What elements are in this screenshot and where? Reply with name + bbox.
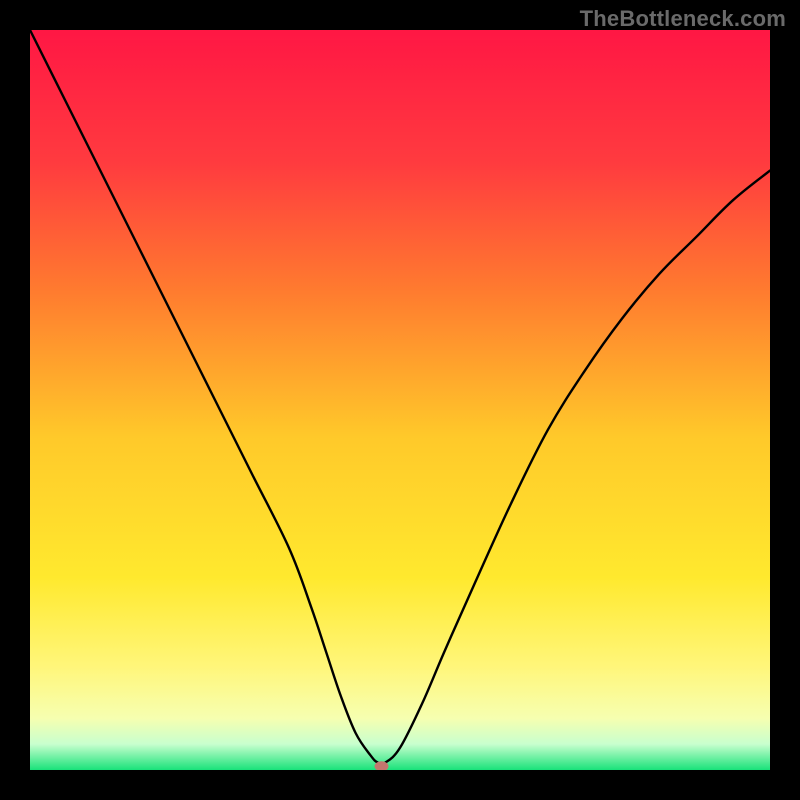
chart-frame: TheBottleneck.com (0, 0, 800, 800)
gradient-background (30, 30, 770, 770)
bottleneck-chart (30, 30, 770, 770)
watermark-text: TheBottleneck.com (580, 6, 786, 32)
